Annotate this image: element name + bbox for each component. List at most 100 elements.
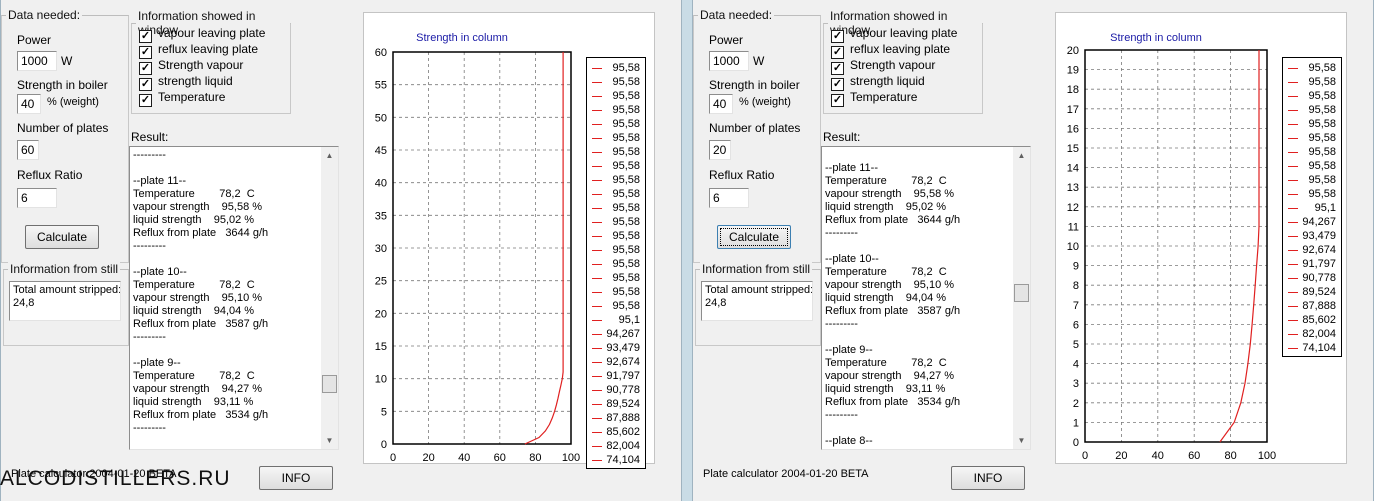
legend-entry: 95,58 [587,271,645,285]
legend-value: 95,58 [612,272,640,284]
legend-entry: 82,004 [587,439,645,453]
legend-entry: 89,524 [1283,285,1341,299]
scroll-up-icon[interactable]: ▲ [321,147,338,164]
option-strength-liquid[interactable]: ✓ strength liquid [139,74,233,91]
option-strength-vapour[interactable]: ✓ Strength vapour [139,58,243,75]
scroll-thumb[interactable] [1014,284,1029,302]
legend-value: 87,888 [1302,300,1336,312]
y-tick-label: 60 [375,47,387,59]
legend-entry: 95,58 [587,61,645,75]
result-memo[interactable]: --plate 11-- Temperature 78,2 C vapour s… [821,146,1031,450]
legend-entry: 95,58 [1283,159,1341,173]
legend-entry: 87,888 [1283,299,1341,313]
info-button[interactable]: INFO [951,466,1025,490]
still-info-box: Total amount stripped: 24,8 [9,281,121,321]
scroll-down-icon[interactable]: ▼ [1013,432,1030,449]
legend-value: 95,58 [612,216,640,228]
scroll-down-icon[interactable]: ▼ [321,432,338,449]
legend-entry: 92,674 [587,355,645,369]
info-options: ✓ vapour leaving plate ✓ reflux leaving pla… [823,26,981,112]
legend-swatch [1288,68,1298,69]
calculate-button[interactable]: Calculate [25,225,99,249]
legend-value: 95,58 [612,188,640,200]
legend-entry: 95,58 [1283,61,1341,75]
legend-value: 95,58 [1308,104,1336,116]
result-scrollbar[interactable]: ▲ ▼ [1013,147,1030,449]
y-tick-label: 14 [1067,163,1079,175]
still-info-legend: Information from still [700,262,813,276]
legend-swatch [1288,180,1298,181]
y-tick-label: 4 [1073,359,1079,371]
chart-panel: Strength in column 0 20 40 60 80 100 0 1 2 3 4 5 6 7 8 9… [1055,12,1347,464]
plates-input[interactable]: 20 [709,140,731,160]
legend-swatch [1288,138,1298,139]
chart-title: Strength in column [416,32,508,44]
legend-swatch [592,110,602,111]
legend-swatch [592,138,602,139]
legend-value: 92,674 [1302,244,1336,256]
result-memo[interactable]: --------- --plate 11-- Temperature 78,2 … [129,146,339,450]
legend-entry: 74,104 [587,453,645,467]
scroll-up-icon[interactable]: ▲ [1013,147,1030,164]
strength-input[interactable]: 40 [709,94,733,114]
watermark: ALCODISTILLERS.RU [0,467,231,490]
legend-swatch [1288,110,1298,111]
strength-label: Strength in boiler [709,78,800,92]
option-vapour-leaving-plate[interactable]: ✓ vapour leaving plate [139,26,265,43]
legend-value: 95,58 [612,174,640,186]
option-vapour-leaving-plate[interactable]: ✓ vapour leaving plate [831,26,957,43]
result-scrollbar[interactable]: ▲ ▼ [321,147,338,449]
strength-input[interactable]: 40 [17,94,41,114]
legend-swatch [592,292,602,293]
legend-entry: 82,004 [1283,327,1341,341]
option-strength-liquid[interactable]: ✓ strength liquid [831,74,925,91]
legend-swatch [592,194,602,195]
scroll-thumb[interactable] [322,375,337,393]
legend-value: 95,58 [612,104,640,116]
legend-value: 95,58 [612,244,640,256]
legend-value: 91,797 [1302,258,1336,270]
power-input[interactable]: 1000 [709,51,749,71]
checkbox-icon[interactable]: ✓ [139,94,152,107]
strength-unit: % (weight) [739,96,791,108]
legend-value: 95,1 [618,314,640,326]
y-tick-label: 3 [1073,378,1079,390]
legend-swatch [1288,208,1298,209]
option-strength-vapour[interactable]: ✓ Strength vapour [831,58,936,75]
legend-value: 89,524 [1302,286,1336,298]
info-options: ✓ vapour leaving plate ✓ reflux leaving pla… [131,26,289,112]
legend-swatch [592,362,602,363]
legend-swatch [592,432,602,433]
legend-swatch [592,460,602,461]
legend-value: 95,58 [612,76,640,88]
option-temperature[interactable]: ✓ Temperature [139,90,225,107]
result-label: Result: [131,130,169,144]
calculate-button[interactable]: Calculate [717,225,791,249]
checkbox-icon[interactable]: ✓ [831,94,844,107]
option-temperature[interactable]: ✓ Temperature [831,90,917,107]
power-input[interactable]: 1000 [17,51,57,71]
info-button[interactable]: INFO [259,466,333,490]
reflux-ratio-input[interactable]: 6 [709,188,749,208]
legend-value: 95,58 [612,146,640,158]
reflux-ratio-input[interactable]: 6 [17,188,57,208]
legend-entry: 95,58 [587,173,645,187]
option-reflux-leaving-plate[interactable]: ✓ reflux leaving plate [139,42,258,59]
legend-swatch [592,236,602,237]
data-needed-legend: Data needed: [698,8,775,22]
x-tick-label: 40 [458,452,470,464]
legend-swatch [592,278,602,279]
legend-swatch [592,82,602,83]
plates-input[interactable]: 60 [17,140,39,160]
legend-swatch [592,96,602,97]
legend-swatch [592,166,602,167]
legend-entry: 74,104 [1283,341,1341,355]
legend-entry: 90,778 [587,383,645,397]
option-reflux-leaving-plate[interactable]: ✓ reflux leaving plate [831,42,950,59]
option-label: Strength vapour [850,58,936,72]
option-label: strength liquid [850,74,925,88]
legend-value: 95,58 [1308,160,1336,172]
y-tick-label: 50 [375,112,387,124]
y-tick-label: 12 [1067,202,1079,214]
chart-legend: 95,58 95,58 95,58 95,58 95,58 95,58 95,58 95,58… [1282,57,1342,357]
